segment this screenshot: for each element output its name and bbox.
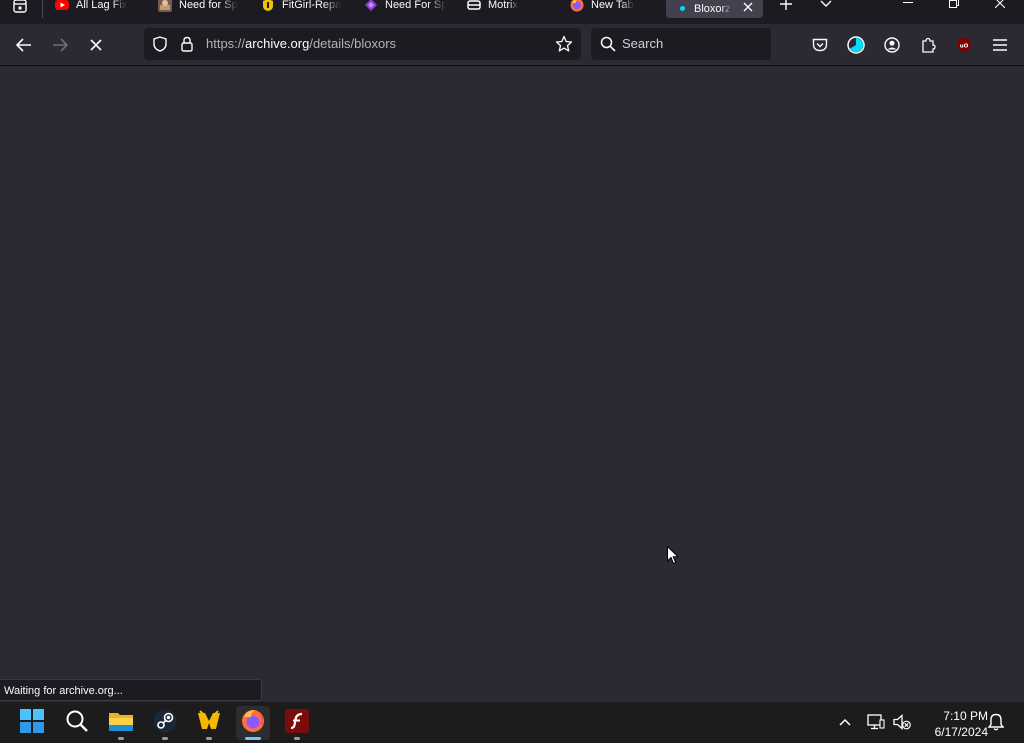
minimize-window-icon[interactable] [898,0,918,12]
clock-time: 7:10 PM [943,709,988,723]
running-indicator [118,737,124,740]
tab-strip: All Lag Fix Need for Sp FitGirl-Repa Nee… [0,0,1024,24]
search-magnifier-icon [600,36,616,52]
active-indicator [245,737,261,740]
tab-label: Motrix [488,0,518,11]
url-scheme: https:// [206,36,246,51]
tab-label: New Tab [591,0,634,11]
windows-start-icon [20,708,44,738]
youtube-icon [55,0,69,12]
file-explorer-icon [108,710,134,737]
tab-label: Bloxorz [694,2,731,15]
mouse-cursor-icon [667,545,680,570]
url-host: archive.org [245,36,310,51]
taskbar-search-button[interactable] [60,706,94,740]
network-display-icon[interactable] [865,711,887,733]
url-text[interactable]: https://archive.org/details/bloxors [206,28,396,60]
restore-window-icon[interactable] [944,0,964,12]
search-bar[interactable]: Search [591,28,771,60]
account-icon[interactable] [879,32,905,58]
lock-icon[interactable] [180,36,194,52]
search-placeholder: Search [622,36,664,51]
show-hidden-icons-chevron-icon[interactable] [834,711,856,733]
forward-arrow-icon[interactable] [47,32,73,58]
close-tab-icon[interactable] [741,0,755,14]
back-arrow-icon[interactable] [11,32,37,58]
bookmark-star-icon[interactable] [555,35,573,53]
tab-motrix[interactable]: Motrix [467,0,549,14]
taskbar-motrix[interactable] [192,706,226,740]
firefox-icon [241,709,265,738]
stop-loading-icon[interactable] [83,32,109,58]
new-tab-plus-icon[interactable] [777,0,795,13]
steam-icon [153,709,177,738]
game-thumbnail-icon [158,0,172,12]
download-progress-icon[interactable] [843,32,869,58]
taskbar-firefox[interactable] [236,706,270,740]
address-bar[interactable]: https://archive.org/details/bloxors [144,28,581,60]
fitgirl-icon [261,0,275,12]
tab-label: All Lag Fix [76,0,128,11]
search-icon [66,710,88,737]
tab-youtube[interactable]: All Lag Fix [55,0,135,14]
tab-label: Need For Sp [385,0,446,11]
close-window-icon[interactable] [990,0,1010,12]
notification-bell-icon[interactable] [985,711,1007,733]
clock-date: 6/17/2024 [934,725,988,739]
windows-taskbar: 7:10 PM 6/17/2024 [0,701,1024,743]
taskbar-file-explorer[interactable] [104,706,138,740]
volume-muted-icon[interactable] [891,711,913,733]
tab-fitgirl[interactable]: FitGirl-Repa [261,0,343,14]
running-indicator [162,737,168,740]
ublock-origin-icon[interactable]: uO [951,32,977,58]
motrix-icon [196,709,222,738]
tab-need-for-speed-2[interactable]: Need For Sp [364,0,446,14]
page-content-area [0,66,1024,679]
firefox-icon [570,0,584,12]
navigation-toolbar: https://archive.org/details/bloxors Sear… [0,24,1024,66]
extensions-puzzle-icon[interactable] [915,32,941,58]
flash-player-icon [285,708,309,738]
tab-label: FitGirl-Repa [282,0,342,11]
running-indicator [294,737,300,740]
pocket-icon[interactable] [807,32,833,58]
svg-text:uO: uO [960,44,969,50]
tab-label: Need for Sp [179,0,238,11]
tab-new-tab[interactable]: New Tab [570,0,652,14]
tab-need-for-speed-1[interactable]: Need for Sp [158,0,240,14]
tab-separator [42,0,43,18]
running-indicator [206,737,212,740]
system-clock[interactable]: 7:10 PM 6/17/2024 [918,708,988,740]
purple-shield-icon [364,0,378,12]
start-button[interactable] [15,706,49,740]
tab-bloxorz-active[interactable]: Bloxorz [666,0,763,18]
list-all-tabs-chevron-icon[interactable] [817,0,835,13]
taskbar-flash-player[interactable] [280,706,314,740]
loading-dot-icon [680,6,685,11]
hamburger-menu-icon[interactable] [987,32,1013,58]
url-path: /details/bloxors [309,36,397,51]
tab-list-icon[interactable] [10,0,30,16]
motrix-icon [467,0,481,12]
status-panel: Waiting for archive.org... [0,679,262,701]
tracking-protection-shield-icon[interactable] [152,36,168,52]
taskbar-steam[interactable] [148,706,182,740]
